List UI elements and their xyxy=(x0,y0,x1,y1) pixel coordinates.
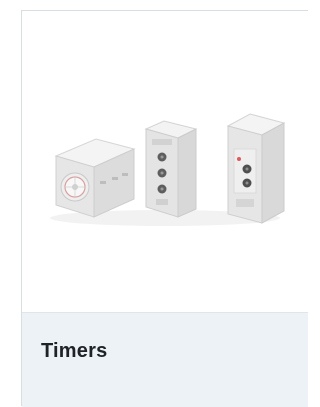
timers-photo-icon xyxy=(50,113,286,226)
product-card[interactable]: Timers xyxy=(21,10,308,407)
card-title[interactable]: Timers xyxy=(41,340,107,363)
card-caption[interactable]: Timers xyxy=(22,312,308,407)
din-module-device xyxy=(226,113,286,224)
din-relay-device xyxy=(144,120,198,218)
product-image[interactable] xyxy=(22,11,308,312)
square-timer-device xyxy=(54,138,136,218)
